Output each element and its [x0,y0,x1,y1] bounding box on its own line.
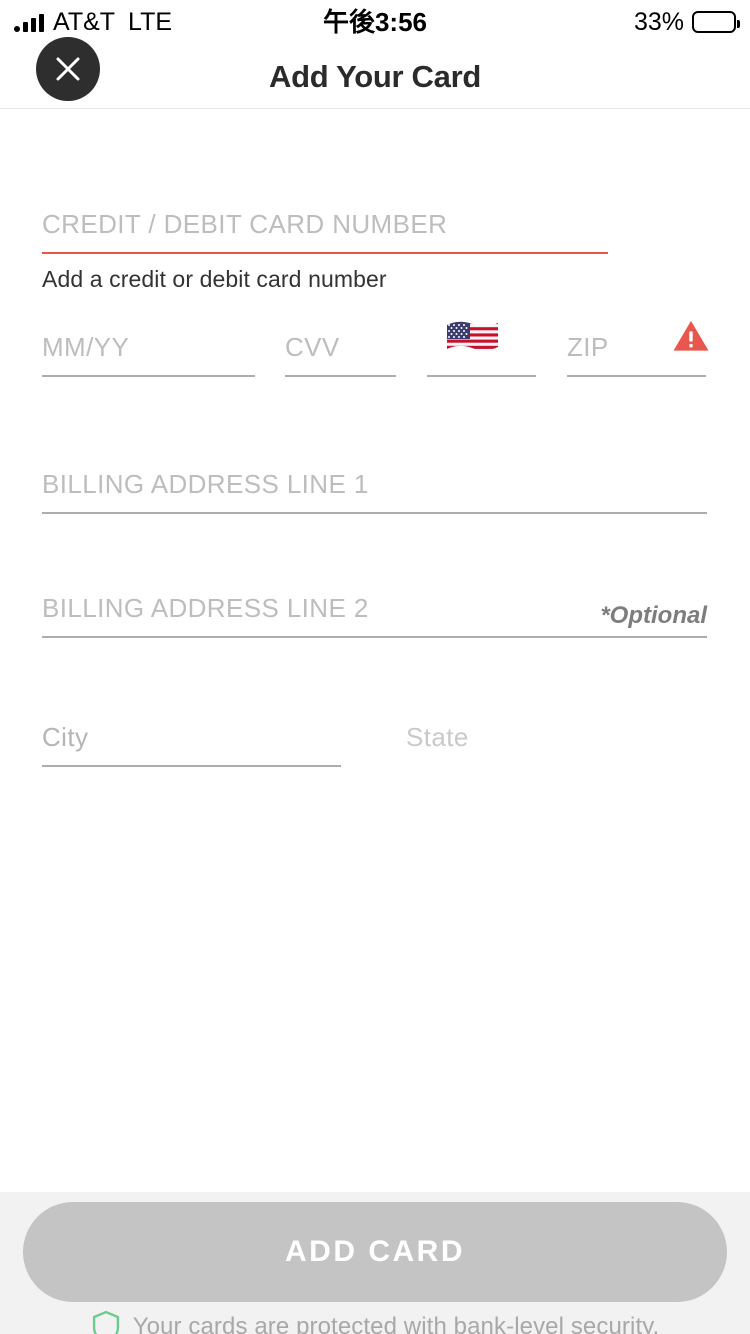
shield-icon [92,1310,119,1334]
country-field[interactable] [427,317,536,377]
billing-address-line1-underline [42,512,707,514]
zip-field[interactable]: ZIP [567,317,706,377]
expiry-field[interactable]: MM/YY [42,317,255,377]
security-text: Your cards are protected with bank-level… [132,1313,660,1334]
page-title: Add Your Card [269,58,481,94]
zip-underline [567,375,706,377]
billing-address-line1-field[interactable]: BILLING ADDRESS LINE 1 [42,454,707,514]
header-bar: Add Your Card [0,37,750,109]
expiry-placeholder: MM/YY [42,332,130,362]
cvv-underline [285,375,396,377]
card-number-placeholder: CREDIT / DEBIT CARD NUMBER [42,209,448,239]
card-number-error-text: Add a credit or debit card number [42,266,387,292]
zip-placeholder: ZIP [567,332,609,362]
state-placeholder: State [406,722,469,752]
optional-label: *Optional [600,602,707,629]
billing-address-line2-field[interactable]: BILLING ADDRESS LINE 2 *Optional [42,578,707,638]
add-card-button[interactable]: ADD CARD [23,1202,727,1302]
battery-percent-label: 33% [633,7,684,36]
billing-address-line2-underline [42,636,707,638]
city-placeholder: City [42,722,89,752]
battery-icon [692,11,740,33]
security-notice: Your cards are protected with bank-level… [0,1310,750,1334]
expiry-underline [42,375,255,377]
state-field[interactable]: State [406,707,706,767]
city-field[interactable]: City [42,707,341,767]
status-bar-right: 33% [633,0,740,44]
cvv-field[interactable]: CVV [285,317,396,377]
card-number-underline [42,252,608,254]
footer-bar: ADD CARD Your cards are protected with b… [0,1192,750,1334]
clock-label: 午後3:56 [322,7,428,37]
us-flag-icon [445,319,505,363]
add-card-screen: AT&T LTE 午後3:56 33% Add Your Card CREDIT… [0,0,750,1334]
status-bar: AT&T LTE 午後3:56 33% [0,0,750,44]
billing-address-line2-placeholder: BILLING ADDRESS LINE 2 [42,593,369,623]
cvv-placeholder: CVV [285,332,340,362]
billing-address-line1-placeholder: BILLING ADDRESS LINE 1 [42,469,369,499]
country-underline [427,375,536,377]
city-underline [42,765,341,767]
card-number-field[interactable]: CREDIT / DEBIT CARD NUMBER [42,194,608,254]
